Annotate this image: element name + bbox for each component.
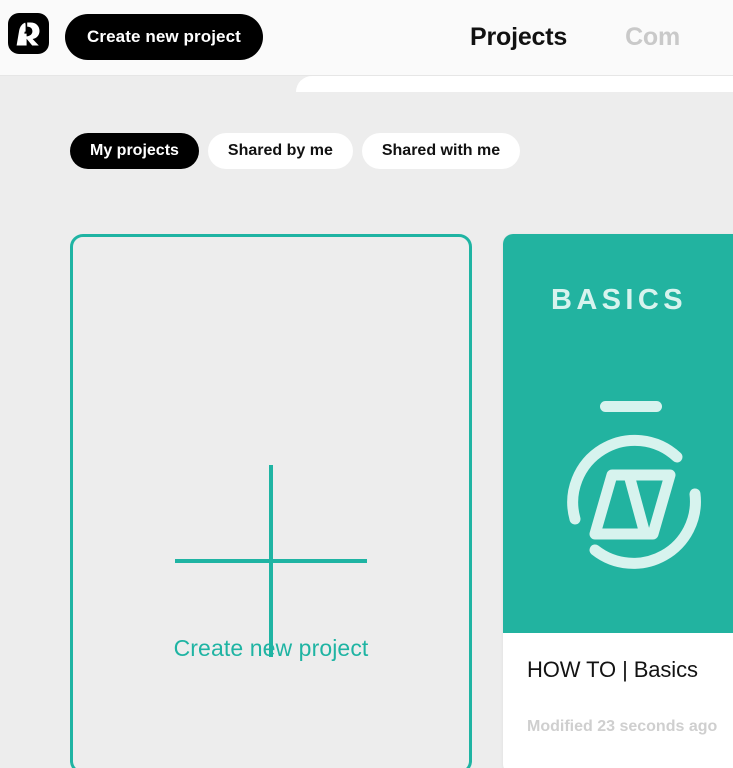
content-panel-edge bbox=[296, 76, 733, 92]
project-card-title: HOW TO | Basics bbox=[527, 657, 733, 683]
project-card-thumbnail-label: BASICS bbox=[551, 284, 687, 316]
top-header-bar: Create new project Projects Com bbox=[0, 0, 733, 76]
create-new-project-card-label: Create new project bbox=[173, 635, 369, 661]
plus-icon-vertical-bar bbox=[269, 465, 273, 657]
project-card-body: HOW TO | Basics Modified 23 seconds ago bbox=[503, 633, 733, 736]
project-card-thumbnail: BASICS bbox=[503, 234, 733, 633]
nav-tab-community[interactable]: Com bbox=[625, 23, 680, 52]
create-new-project-button[interactable]: Create new project bbox=[65, 14, 263, 60]
project-card-modified-meta: Modified 23 seconds ago bbox=[527, 718, 718, 735]
nav-tab-projects[interactable]: Projects bbox=[470, 23, 567, 52]
plus-icon bbox=[175, 465, 367, 657]
project-card-title-separator: | bbox=[622, 657, 628, 682]
filter-tab-my-projects[interactable]: My projects bbox=[70, 133, 199, 169]
app-root: Create new project Projects Com My proje… bbox=[0, 0, 733, 768]
stopwatch-logo-icon bbox=[545, 397, 720, 582]
rollapp-logo-icon[interactable] bbox=[8, 13, 49, 54]
project-card-title-suffix: Basics bbox=[633, 657, 698, 682]
filter-tab-shared-with-me[interactable]: Shared with me bbox=[361, 133, 521, 169]
project-filter-tabs: My projects Shared by me Shared with me bbox=[70, 133, 521, 169]
header-nav-tabs: Projects Com bbox=[470, 0, 680, 75]
filter-tab-shared-by-me[interactable]: Shared by me bbox=[207, 133, 353, 169]
project-card[interactable]: BASICS HOW TO | Basics Modified 23 secon… bbox=[503, 234, 733, 768]
create-new-project-card[interactable]: Create new project bbox=[70, 234, 472, 768]
project-card-title-prefix: HOW TO bbox=[527, 657, 617, 682]
